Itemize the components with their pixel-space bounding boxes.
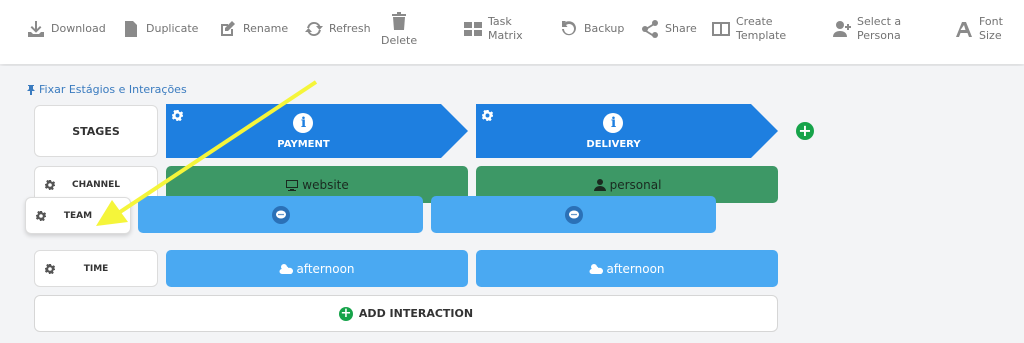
row-label-time[interactable]: TIME [34, 250, 158, 287]
edit-icon [221, 21, 235, 36]
team-cell[interactable] [431, 196, 716, 233]
delete-button[interactable]: Delete [381, 11, 417, 48]
stage-payment[interactable]: i PAYMENT [166, 104, 468, 158]
plus-circle-icon: + [338, 306, 353, 321]
gear-icon[interactable] [45, 263, 55, 274]
share-button[interactable]: Share [640, 19, 697, 39]
row-label-team[interactable]: TEAM [25, 197, 131, 234]
desktop-icon [286, 179, 299, 191]
font-size-button[interactable]: Font Size [954, 15, 1003, 43]
pin-stages-toggle[interactable]: Fixar Estágios e Interações [26, 83, 187, 96]
template-icon [712, 22, 730, 36]
undo-icon [562, 21, 576, 36]
plus-icon: + [798, 121, 812, 140]
task-matrix-button[interactable]: Task Matrix [463, 15, 523, 43]
gear-icon[interactable] [36, 210, 46, 221]
file-icon [125, 21, 137, 37]
rename-button[interactable]: Rename [218, 19, 288, 39]
gear-icon[interactable] [172, 110, 183, 121]
refresh-icon [305, 22, 323, 36]
download-icon [28, 21, 44, 37]
time-cell-afternoon[interactable]: afternoon [166, 250, 468, 287]
user-icon [593, 178, 606, 191]
time-cell-afternoon[interactable]: afternoon [476, 250, 778, 287]
refresh-button[interactable]: Refresh [304, 19, 371, 39]
row-label-stages: STAGES [34, 105, 158, 157]
chat-bubble-icon[interactable] [564, 205, 583, 224]
stage-delivery[interactable]: i DELIVERY [476, 104, 778, 158]
share-icon [642, 20, 658, 38]
create-template-button[interactable]: Create Template [711, 15, 786, 43]
duplicate-button[interactable]: Duplicate [121, 19, 198, 39]
add-user-icon [833, 21, 851, 37]
cloud-sun-icon [279, 263, 294, 274]
backup-button[interactable]: Backup [559, 19, 624, 39]
thumbtack-icon [27, 84, 35, 95]
cloud-sun-icon [589, 263, 604, 274]
chat-bubble-icon[interactable] [271, 205, 290, 224]
toolbar: Download Duplicate Rename Refresh Delete… [0, 0, 1024, 64]
font-icon [956, 22, 972, 37]
info-icon[interactable]: i [603, 112, 624, 133]
team-cell[interactable] [138, 196, 423, 233]
gear-icon[interactable] [482, 110, 493, 121]
trash-icon [392, 12, 407, 30]
add-stage-button[interactable]: + [796, 122, 814, 140]
info-icon[interactable]: i [293, 112, 314, 133]
select-persona-button[interactable]: Select a Persona [832, 15, 901, 43]
grid-icon [464, 22, 482, 36]
download-button[interactable]: Download [26, 19, 106, 39]
gear-icon[interactable] [45, 179, 55, 190]
add-interaction-button[interactable]: + ADD INTERACTION [34, 295, 778, 332]
